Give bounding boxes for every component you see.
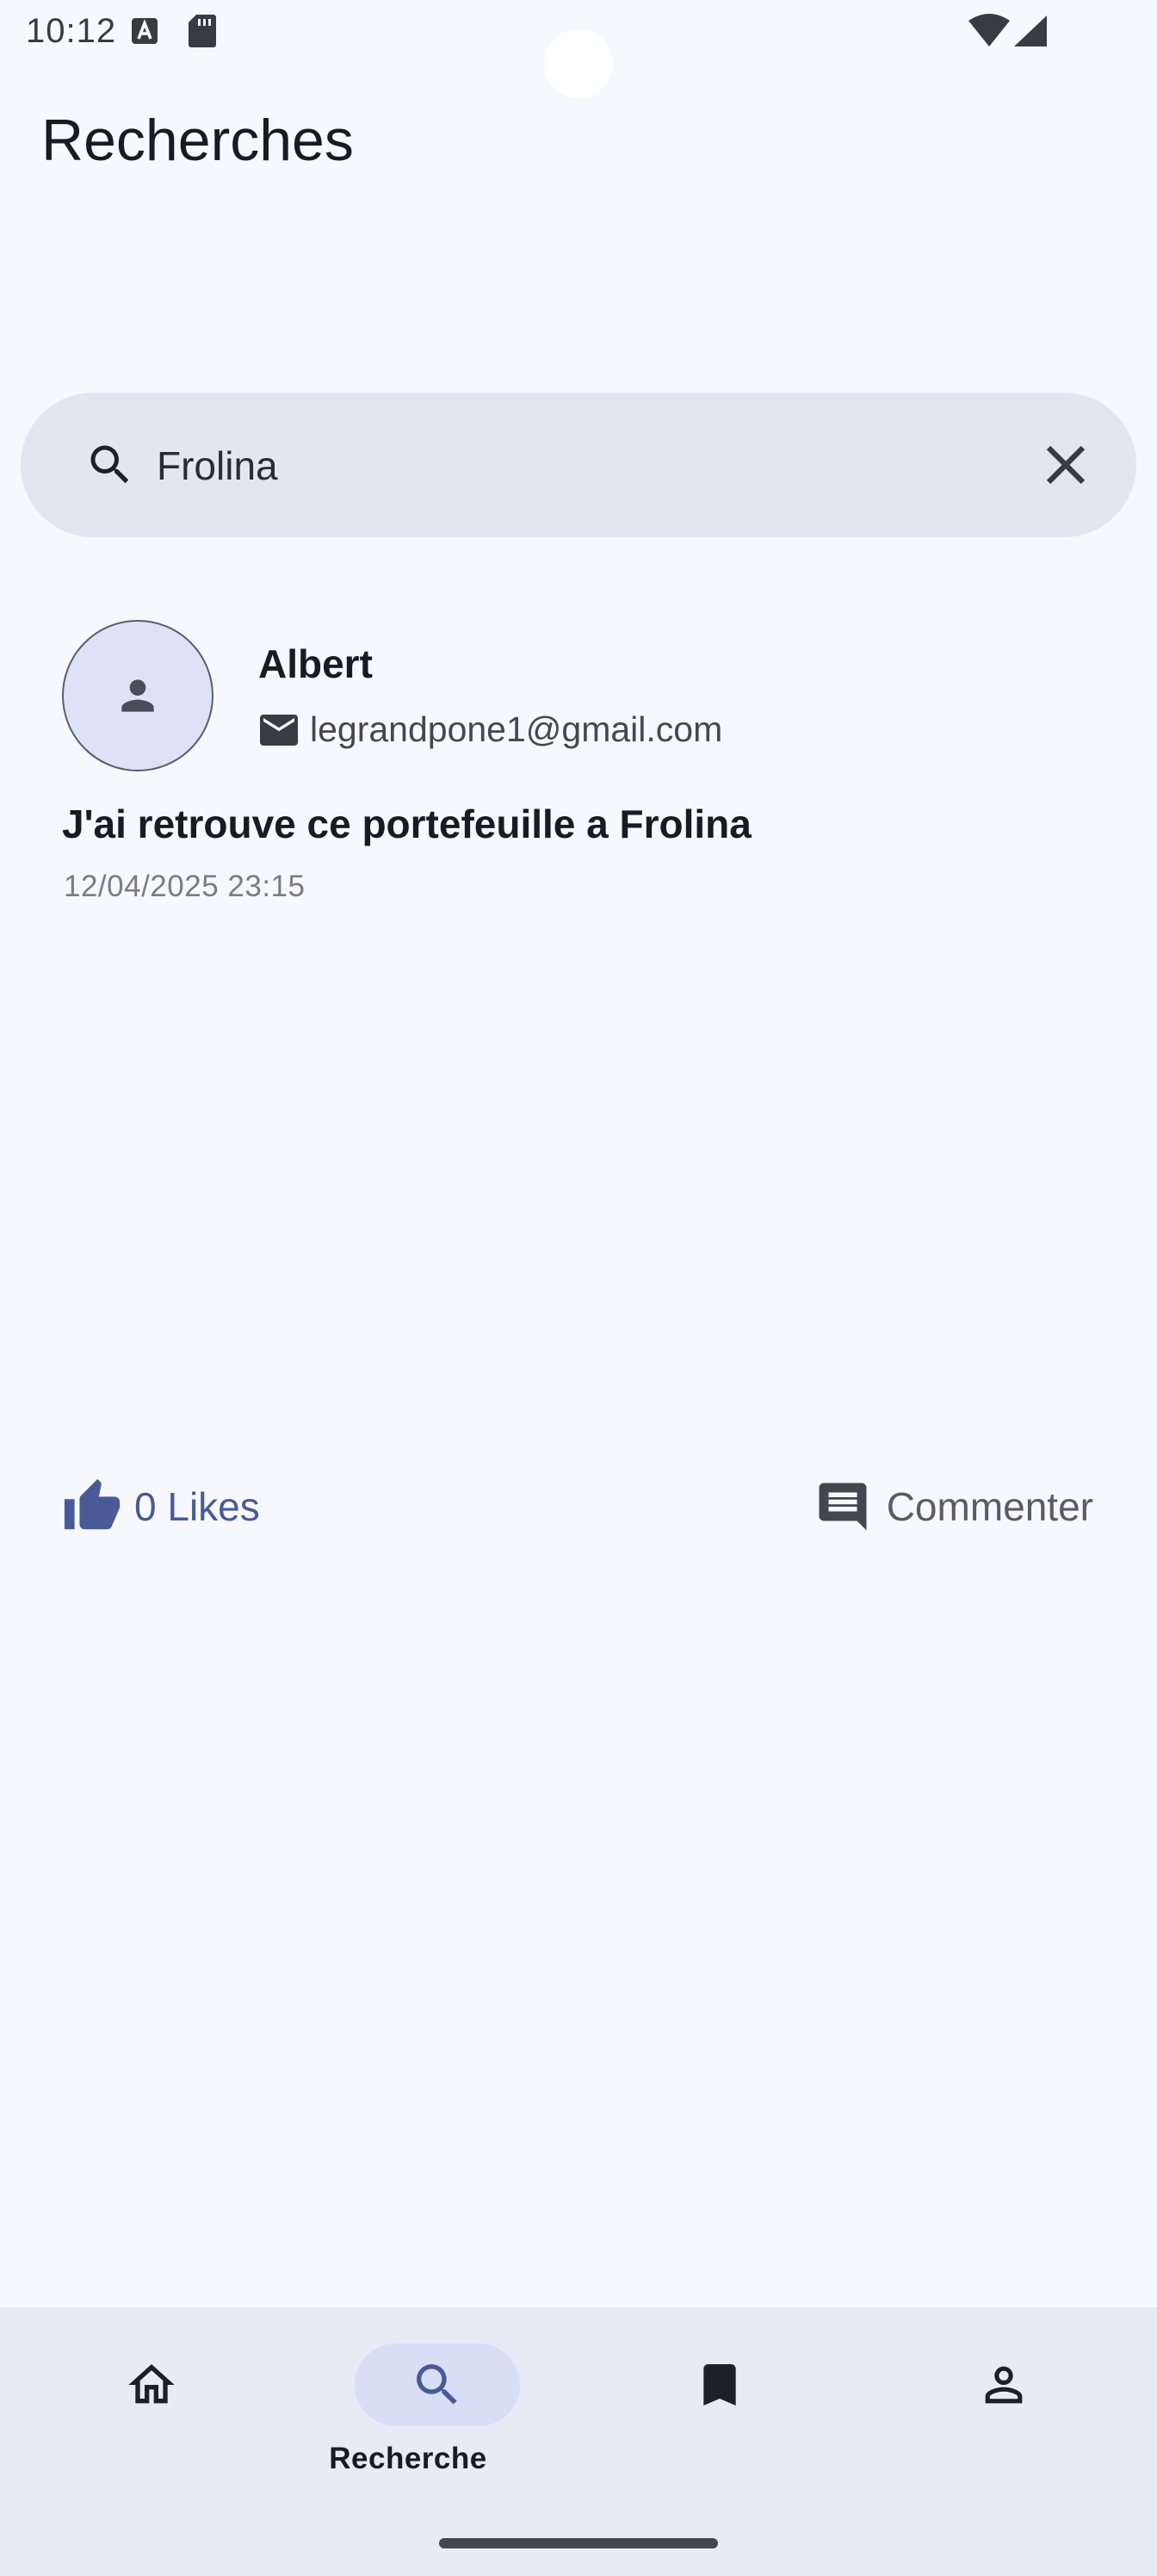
home-indicator[interactable]: [439, 2538, 718, 2548]
nav-item-home[interactable]: [7, 2307, 296, 2514]
post-date: 12/04/2025 23:15: [64, 870, 306, 903]
profile-icon: [985, 2366, 1023, 2404]
nav-item-profile[interactable]: [861, 2307, 1150, 2514]
like-button[interactable]: 0 Likes: [62, 1472, 260, 1541]
search-input[interactable]: [155, 430, 985, 501]
search-bar[interactable]: [21, 393, 1136, 537]
likes-count-label: 0 Likes: [134, 1484, 260, 1529]
text-a-icon: [132, 18, 158, 44]
comment-icon: [819, 1483, 867, 1531]
author-name: Albert: [258, 641, 373, 686]
status-bar: 10:12: [0, 0, 1157, 98]
search-icon: [417, 2364, 457, 2405]
sd-card-icon: [189, 15, 216, 47]
comment-label: Commenter: [886, 1484, 1093, 1529]
page-title: Recherches: [41, 108, 354, 173]
bookmark-icon: [703, 2364, 736, 2406]
person-icon: [121, 679, 154, 712]
camera-cutout: [544, 29, 613, 98]
wifi-icon: [968, 14, 1010, 46]
avatar[interactable]: [62, 620, 213, 771]
mail-icon: [260, 715, 298, 746]
screen: 10:12 Recherches Frolina Albert legrandp…: [0, 0, 1157, 2576]
search-icon: [90, 445, 129, 484]
nav-item-bookmarks[interactable]: [578, 2307, 868, 2514]
home-icon: [128, 2364, 175, 2404]
post-title: J'ai retrouve ce portefeuille a Frolina: [62, 802, 752, 846]
author-email: legrandpone1@gmail.com: [310, 709, 723, 749]
status-time: 10:12: [26, 12, 117, 50]
thumb-up-icon: [64, 1478, 121, 1530]
bottom-navigation: Recherche: [0, 2307, 1157, 2576]
close-icon[interactable]: [1033, 432, 1098, 498]
cell-signal-icon: [1014, 15, 1047, 46]
comment-button[interactable]: Commenter: [814, 1472, 1093, 1541]
nav-label-search: Recherche: [329, 2442, 487, 2475]
nav-item-search[interactable]: Recherche: [289, 2307, 578, 2514]
